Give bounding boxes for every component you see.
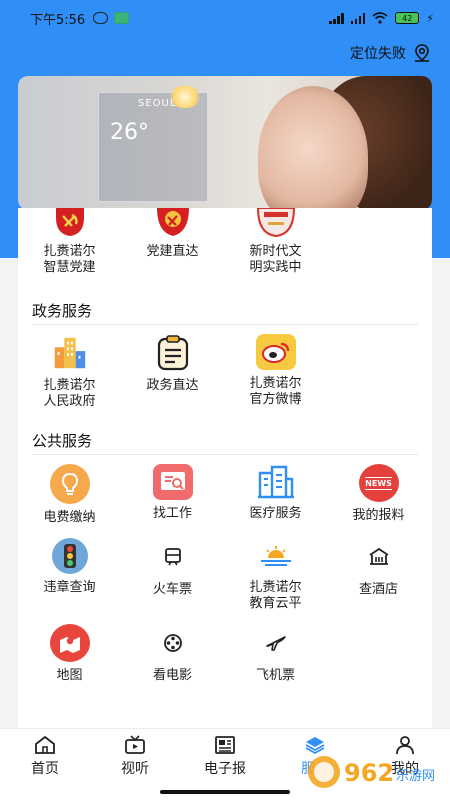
civilization-badge-icon: [255, 208, 296, 238]
job-search-icon: [152, 464, 193, 500]
wifi-icon: [372, 12, 388, 24]
clock-icon: [93, 12, 109, 24]
service-label: 查酒店: [358, 582, 398, 597]
service-label: 电费缴纳: [43, 510, 96, 525]
service-tile-electricity[interactable]: 电费缴纳: [18, 464, 121, 526]
newspaper-icon: [215, 736, 235, 754]
promo-banner[interactable]: SEOUL 26°: [18, 76, 432, 210]
service-label: 扎赉诺尔 智慧党建: [43, 244, 96, 275]
public-services-title: 公共服务: [32, 432, 93, 450]
tab-home[interactable]: 首页: [0, 729, 90, 800]
service-label: 看电影: [152, 668, 192, 683]
weibo-icon: [255, 334, 296, 370]
service-tile-flight[interactable]: 飞机票: [224, 624, 327, 684]
buildings-icon: [51, 334, 89, 372]
home-icon: [35, 735, 55, 754]
service-label: 火车票: [152, 582, 192, 597]
train-icon: [154, 538, 192, 576]
service-tile-education-cloud[interactable]: 扎赉诺尔 教育云平: [224, 538, 327, 612]
government-services-title: 政务服务: [32, 302, 93, 320]
service-tile-find-job[interactable]: 找工作: [121, 464, 224, 526]
location-pin-icon: [415, 44, 429, 62]
status-time: 下午5:56: [30, 12, 86, 28]
charging-icon: ⚡: [426, 11, 434, 25]
tab-label: 首页: [31, 761, 59, 777]
service-label: 违章查询: [43, 580, 96, 595]
service-tile-map[interactable]: 地图: [18, 624, 121, 684]
airplane-icon: [257, 624, 295, 662]
hospital-icon: [256, 464, 296, 500]
service-label: 地图: [56, 668, 83, 683]
signal-icon-2: [350, 12, 366, 24]
service-tile-civilization-center[interactable]: 新时代文 明实践中: [224, 208, 327, 288]
service-tile-movie[interactable]: 看电影: [121, 624, 224, 684]
watermark-subtext: 乐游网: [396, 769, 435, 784]
service-tile-party-direct[interactable]: 党建直达: [121, 208, 224, 288]
service-label: 医疗服务: [249, 506, 302, 521]
service-label: 我的报料: [352, 508, 405, 523]
home-indicator[interactable]: [160, 790, 290, 794]
site-watermark: 962 乐游网: [304, 752, 442, 792]
hotel-icon: [360, 538, 398, 576]
news-icon: NEWS: [358, 464, 399, 502]
tv-icon: [125, 735, 145, 754]
watermark-text: 962: [344, 759, 394, 787]
section-divider: [32, 454, 418, 455]
service-label: 新时代文 明实践中: [249, 244, 302, 275]
service-label: 飞机票: [255, 668, 295, 683]
battery-indicator: 42: [395, 12, 420, 24]
tab-label: 电子报: [204, 761, 246, 777]
service-label: 政务直达: [146, 378, 199, 393]
status-bar: 下午5:56 42 ⚡: [0, 0, 450, 36]
party-emblem-icon: [152, 208, 193, 238]
service-label: 扎赉诺尔 教育云平: [249, 580, 302, 611]
banner-temperature: 26°: [110, 120, 149, 145]
service-tile-people-government[interactable]: 扎赉诺尔 人民政府: [18, 334, 121, 410]
signal-icon: [329, 12, 344, 24]
government-services-grid: 扎赉诺尔 人民政府 政务直达 扎赉诺尔 官方微博: [18, 334, 432, 410]
service-label: 找工作: [152, 506, 192, 521]
service-tile-my-report[interactable]: NEWS 我的报料: [327, 464, 430, 526]
clipboard-icon: [154, 334, 192, 372]
lightbulb-icon: [49, 464, 90, 504]
party-building-row: 扎赉诺尔 智慧党建 党建直达 新时代文 明实践中: [18, 208, 432, 288]
public-services-grid: 电费缴纳 找工作 医疗服务 NEWS 我的报料 违章查询 火车票 扎赉诺尔 教育…: [18, 464, 432, 684]
service-tile-violation-query[interactable]: 违章查询: [18, 538, 121, 612]
location-label: 定位失败: [350, 46, 406, 62]
banner-city: SEOUL: [138, 98, 177, 109]
tab-label: 视听: [121, 761, 149, 777]
service-tile-medical[interactable]: 医疗服务: [224, 464, 327, 526]
film-reel-icon: [154, 624, 192, 662]
service-tile-hotel[interactable]: 查酒店: [327, 538, 430, 612]
service-tile-smart-party[interactable]: 扎赉诺尔 智慧党建: [18, 208, 121, 288]
app-notification-icon: [114, 12, 130, 24]
section-divider: [32, 324, 418, 325]
service-tile-government-direct[interactable]: 政务直达: [121, 334, 224, 410]
service-label: 扎赉诺尔 人民政府: [43, 378, 96, 409]
services-panel: 扎赉诺尔 智慧党建 党建直达 新时代文 明实践中 政务服务 扎赉诺尔 人民政府: [18, 208, 432, 730]
service-label: 党建直达: [146, 244, 199, 259]
location-button[interactable]: 定位失败: [350, 40, 432, 66]
party-emblem-icon: [49, 208, 90, 238]
map-icon: [49, 624, 90, 662]
service-tile-official-weibo[interactable]: 扎赉诺尔 官方微博: [224, 334, 327, 410]
sunrise-icon: [256, 538, 296, 574]
traffic-light-icon: [51, 538, 88, 574]
service-label: 扎赉诺尔 官方微博: [249, 376, 302, 407]
service-tile-train-ticket[interactable]: 火车票: [121, 538, 224, 612]
